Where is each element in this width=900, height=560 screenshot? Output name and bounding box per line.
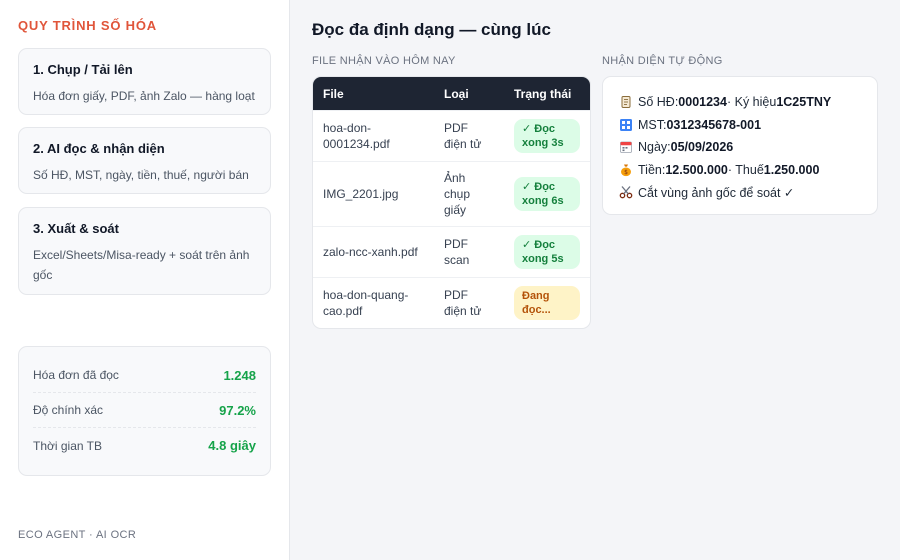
stat-accuracy: Độ chính xác 97.2%: [33, 393, 256, 428]
step-desc: Excel/Sheets/Misa-ready + soát trên ảnh …: [33, 248, 250, 282]
step-title: 1. Chụp / Tải lên: [33, 62, 133, 77]
table-row[interactable]: hoa-don-quang-cao.pdf PDF điện tử Đang đ…: [313, 277, 590, 328]
table-row[interactable]: IMG_2201.jpg Ảnh chụp giấy ✓ Đọc xong 6s: [313, 161, 590, 226]
svg-text:$: $: [624, 169, 628, 176]
file-name: hoa-don-0001234.pdf: [313, 110, 434, 161]
stat-label: Thời gian TB: [33, 438, 103, 453]
step-capture-upload[interactable]: 1. Chụp / Tải lên Hóa đơn giấy, PDF, ảnh…: [18, 48, 271, 115]
step-desc: Số HĐ, MST, ngày, tiền, thuế, người bán: [33, 168, 249, 182]
status-badge: Đang đọc...: [514, 286, 580, 320]
file-name: hoa-don-quang-cao.pdf: [313, 277, 434, 328]
file-status-cell: ✓ Đọc xong 6s: [504, 161, 590, 226]
step-desc: Hóa đơn giấy, PDF, ảnh Zalo — hàng loạt: [33, 89, 255, 103]
id-card-icon: [620, 118, 632, 131]
date-label: Ngày:: [638, 140, 671, 155]
files-section-label: FILE NHẬN VÀO HÔM NAY: [312, 55, 456, 67]
file-name: zalo-ncc-xanh.pdf: [313, 226, 434, 277]
amount-label: Tiền:: [638, 162, 666, 177]
money-bag-icon: $: [621, 164, 631, 176]
stats-panel: Hóa đơn đã đọc 1.248 Độ chính xác 97.2% …: [18, 346, 271, 476]
detect-date-row: Ngày: 05/09/2026: [619, 136, 877, 159]
tax-label: · Thuế: [727, 162, 764, 177]
stat-avg-time: Thời gian TB 4.8 giây: [33, 428, 256, 463]
status-badge: ✓ Đọc xong 3s: [514, 119, 580, 153]
crop-review-text: Cắt vùng ảnh gốc để soát ✓: [638, 185, 795, 200]
sidebar-footer: ECO AGENT · AI OCR: [18, 529, 137, 541]
file-type: PDF điện tử: [434, 277, 504, 328]
stat-value: 97.2%: [219, 402, 256, 418]
detect-crop-row: Cắt vùng ảnh gốc để soát ✓: [619, 181, 877, 204]
file-status-cell: ✓ Đọc xong 5s: [504, 226, 590, 277]
scissors-icon: [619, 186, 633, 199]
mst-label: MST:: [638, 117, 667, 132]
table-row[interactable]: zalo-ncc-xanh.pdf PDF scan ✓ Đọc xong 5s: [313, 226, 590, 277]
stat-label: Độ chính xác: [33, 403, 104, 417]
status-badge: ✓ Đọc xong 5s: [514, 235, 580, 269]
symbol-label: · Ký hiệu: [726, 95, 777, 110]
auto-detect-card: Số HĐ: 0001234 · Ký hiệu 1C25TNY MST: 03…: [602, 76, 878, 215]
file-status-cell: ✓ Đọc xong 3s: [504, 110, 590, 161]
step-title: 3. Xuất & soát: [33, 221, 119, 236]
invoice-symbol: 1C25TNY: [776, 95, 832, 110]
stat-label: Hóa đơn đã đọc: [33, 368, 119, 382]
step-title: 2. AI đọc & nhận diện: [33, 141, 165, 156]
step-ai-recognize[interactable]: 2. AI đọc & nhận diện Số HĐ, MST, ngày, …: [18, 127, 271, 194]
detect-amount-row: $ Tiền: 12.500.000 · Thuế 1.250.000: [619, 159, 877, 182]
table-row[interactable]: hoa-don-0001234.pdf PDF điện tử ✓ Đọc xo…: [313, 110, 590, 161]
file-type: Ảnh chụp giấy: [434, 161, 504, 226]
mst-value: 0312345678-001: [666, 117, 762, 132]
invoice-label: Số HĐ:: [638, 95, 679, 110]
scroll-icon: [621, 96, 631, 109]
table-header-row: File Loại Trạng thái: [313, 77, 590, 110]
file-type: PDF điện tử: [434, 110, 504, 161]
calendar-icon: [620, 141, 632, 154]
invoice-number: 0001234: [678, 95, 727, 110]
stat-invoices-read: Hóa đơn đã đọc 1.248: [33, 358, 256, 393]
tax-value: 1.250.000: [763, 162, 820, 177]
column-header-file: File: [313, 77, 434, 110]
file-status-cell: Đang đọc...: [504, 277, 590, 328]
sidebar: QUY TRÌNH SỐ HÓA 1. Chụp / Tải lên Hóa đ…: [0, 0, 290, 560]
column-header-type: Loại: [434, 77, 504, 110]
file-type: PDF scan: [434, 226, 504, 277]
amount-value: 12.500.000: [665, 162, 728, 177]
column-header-status: Trạng thái: [504, 77, 590, 110]
stat-value: 4.8 giây: [208, 438, 256, 453]
stat-value: 1.248: [223, 367, 256, 383]
file-name: IMG_2201.jpg: [313, 161, 434, 226]
detect-invoice-row: Số HĐ: 0001234 · Ký hiệu 1C25TNY: [619, 91, 877, 114]
page-title: Đọc đa định dạng — cùng lúc: [312, 20, 551, 39]
step-export-review[interactable]: 3. Xuất & soát Excel/Sheets/Misa-ready +…: [18, 207, 271, 295]
detect-section-label: NHẬN DIỆN TỰ ĐỘNG: [602, 55, 723, 67]
files-table: File Loại Trạng thái hoa-don-0001234.pdf…: [312, 76, 591, 329]
sidebar-brand: QUY TRÌNH SỐ HÓA: [18, 18, 157, 33]
detect-mst-row: MST: 0312345678-001: [619, 114, 877, 137]
date-value: 05/09/2026: [670, 140, 734, 155]
status-badge: ✓ Đọc xong 6s: [514, 177, 580, 211]
